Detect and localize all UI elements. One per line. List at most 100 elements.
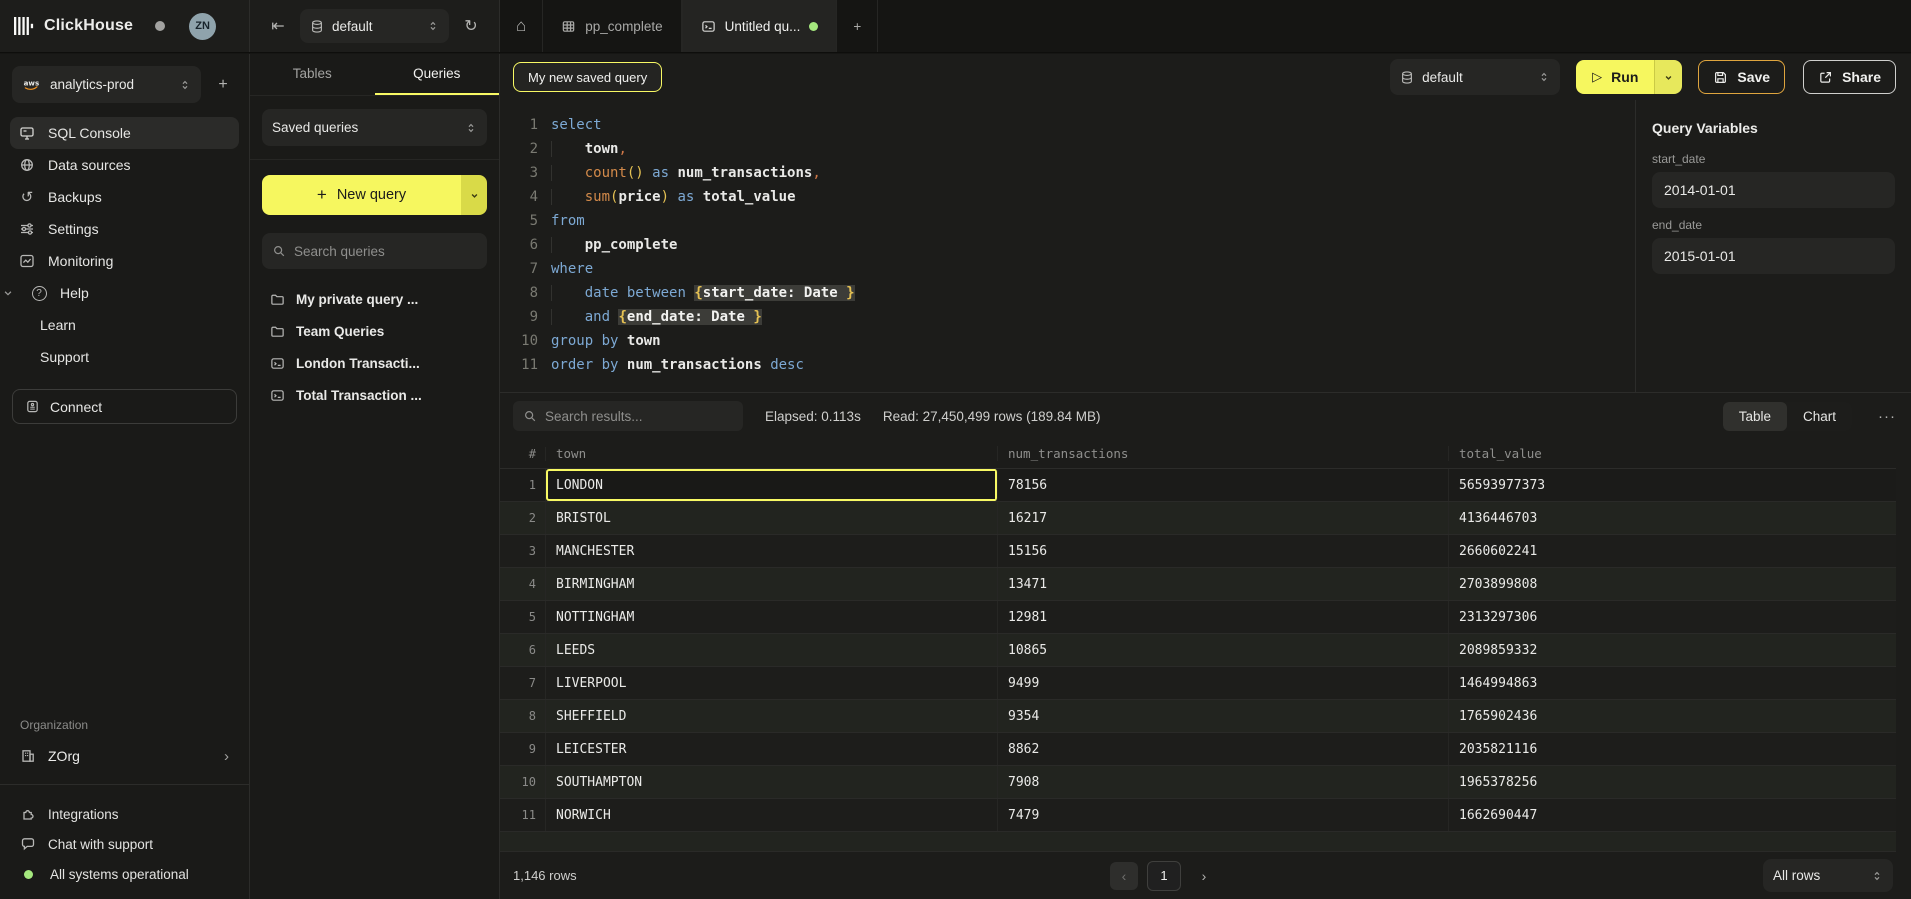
sql-token	[551, 285, 585, 301]
new-tab-button[interactable]: +	[837, 0, 878, 52]
organization-icon	[20, 748, 36, 764]
sidebar-item-integrations[interactable]: Integrations	[0, 799, 249, 829]
num-transactions-cell[interactable]: 7479	[998, 799, 1449, 831]
tab-queries[interactable]: Queries	[375, 54, 500, 95]
num-transactions-cell[interactable]: 9499	[998, 667, 1449, 699]
town-cell[interactable]: NORWICH	[546, 799, 998, 831]
more-options-icon[interactable]: ···	[1878, 408, 1896, 425]
sidebar-item-support[interactable]: Support	[0, 341, 249, 373]
total-value-cell[interactable]: 56593977373	[1449, 469, 1896, 501]
town-cell[interactable]: SOUTHAMPTON	[546, 766, 998, 798]
start-date-input[interactable]	[1652, 172, 1895, 208]
run-options-dropdown[interactable]	[1654, 60, 1682, 94]
total-value-cell[interactable]: 1965378256	[1449, 766, 1896, 798]
saved-query-item[interactable]: London Transacti...	[254, 347, 495, 379]
num-transactions-cell[interactable]: 15156	[998, 535, 1449, 567]
num-transactions-cell[interactable]: 12981	[998, 601, 1449, 633]
new-query-dropdown[interactable]	[461, 175, 487, 215]
total-value-cell[interactable]: 1464994863	[1449, 667, 1896, 699]
total-value-cell[interactable]: 4136446703	[1449, 502, 1896, 534]
total-value-cell[interactable]: 2660602241	[1449, 535, 1896, 567]
num-transactions-cell[interactable]: 9354	[998, 700, 1449, 732]
header-town[interactable]: town	[546, 446, 998, 461]
organization-item[interactable]: ZOrg ›	[10, 740, 239, 772]
collapse-sidebar-button[interactable]: ⇤	[264, 12, 292, 40]
add-service-button[interactable]: +	[209, 71, 237, 99]
search-queries-input[interactable]	[294, 244, 477, 259]
database-selector[interactable]: default	[300, 9, 449, 43]
num-transactions-cell[interactable]: 8862	[998, 733, 1449, 765]
chart-view-button[interactable]: Chart	[1787, 402, 1852, 431]
new-query-button[interactable]: + New query	[262, 175, 487, 215]
total-value-cell[interactable]: 2703899808	[1449, 568, 1896, 600]
system-status-item[interactable]: All systems operational	[0, 859, 249, 889]
service-selector[interactable]: aws analytics-prod	[12, 66, 201, 103]
saved-query-item[interactable]: Total Transaction ...	[254, 379, 495, 411]
tab-untitled-query[interactable]: Untitled qu...	[682, 0, 838, 52]
next-page-button[interactable]: ›	[1190, 862, 1218, 890]
sidebar-item-data-sources[interactable]: Data sources	[10, 149, 239, 181]
sidebar-item-chat-support[interactable]: Chat with support	[0, 829, 249, 859]
town-cell[interactable]: BIRMINGHAM	[546, 568, 998, 600]
total-value-cell[interactable]: 1765902436	[1449, 700, 1896, 732]
prev-page-button[interactable]: ‹	[1110, 862, 1138, 890]
save-button[interactable]: Save	[1698, 60, 1785, 94]
sidebar-item-settings[interactable]: Settings	[10, 213, 239, 245]
header-num-transactions[interactable]: num_transactions	[998, 446, 1449, 461]
sql-editor[interactable]: 1select 2 town, 3 count() as num_transac…	[500, 100, 1636, 392]
row-number-cell: 8	[500, 700, 546, 732]
sidebar-item-backups[interactable]: ↺ Backups	[10, 181, 239, 213]
town-cell[interactable]: NOTTINGHAM	[546, 601, 998, 633]
num-transactions-cell[interactable]: 10865	[998, 634, 1449, 666]
saved-queries-selector[interactable]: Saved queries	[262, 109, 487, 146]
total-value-cell[interactable]: 2313297306	[1449, 601, 1896, 633]
num-transactions-cell[interactable]: 13471	[998, 568, 1449, 600]
sidebar-item-learn[interactable]: Learn	[0, 309, 249, 341]
town-cell[interactable]: MANCHESTER	[546, 535, 998, 567]
end-date-input[interactable]	[1652, 238, 1895, 274]
search-results-input[interactable]	[545, 409, 733, 424]
town-cell[interactable]: LONDON	[546, 469, 998, 501]
sql-token: from	[551, 213, 585, 229]
sidebar-item-help[interactable]: ? Help	[10, 277, 239, 309]
town-cell[interactable]: LEEDS	[546, 634, 998, 666]
query-folder-item[interactable]: My private query ...	[254, 283, 495, 315]
table-view-button[interactable]: Table	[1723, 402, 1787, 431]
elapsed-stat: Elapsed: 0.113s	[765, 409, 861, 424]
num-transactions-cell[interactable]: 7908	[998, 766, 1449, 798]
town-cell[interactable]: LIVERPOOL	[546, 667, 998, 699]
town-cell[interactable]: LEICESTER	[546, 733, 998, 765]
page-size-selector[interactable]: All rows	[1763, 859, 1893, 892]
num-transactions-cell[interactable]: 16217	[998, 502, 1449, 534]
query-folder-item[interactable]: Team Queries	[254, 315, 495, 347]
sidebar-item-sql-console[interactable]: SQL Console	[10, 117, 239, 149]
run-database-selector[interactable]: default	[1390, 59, 1560, 95]
table-header: # town num_transactions total_value	[500, 439, 1896, 469]
tab-tables[interactable]: Tables	[250, 54, 375, 95]
header-total-value[interactable]: total_value	[1449, 446, 1896, 461]
sidebar-item-monitoring[interactable]: Monitoring	[10, 245, 239, 277]
share-button[interactable]: Share	[1803, 60, 1896, 94]
sql-token	[551, 189, 585, 205]
saved-query-tab[interactable]: My new saved query	[513, 62, 662, 92]
footer-item-label: Chat with support	[48, 837, 153, 852]
town-cell[interactable]: SHEFFIELD	[546, 700, 998, 732]
avatar[interactable]: ZN	[189, 13, 216, 40]
connect-button[interactable]: Connect	[12, 389, 237, 424]
num-transactions-cell[interactable]: 78156	[998, 469, 1449, 501]
panel-tabs: Tables Queries	[250, 54, 499, 96]
home-tab[interactable]: ⌂	[500, 0, 543, 52]
settings-sliders-icon	[18, 221, 36, 237]
total-value-cell[interactable]: 2035821116	[1449, 733, 1896, 765]
total-value-cell[interactable]: 1662690447	[1449, 799, 1896, 831]
run-button[interactable]: ▷ Run	[1576, 60, 1682, 94]
town-cell[interactable]: BRISTOL	[546, 502, 998, 534]
brand-area: ClickHouse ZN	[0, 0, 250, 52]
refresh-icon[interactable]: ↻	[457, 12, 485, 40]
query-icon	[270, 388, 285, 403]
table-row: 3 MANCHESTER 15156 2660602241	[500, 535, 1896, 568]
current-page[interactable]: 1	[1147, 861, 1181, 891]
tab-pp-complete[interactable]: pp_complete	[543, 0, 681, 52]
total-value-cell[interactable]: 2089859332	[1449, 634, 1896, 666]
query-item-label: My private query ...	[296, 292, 418, 307]
